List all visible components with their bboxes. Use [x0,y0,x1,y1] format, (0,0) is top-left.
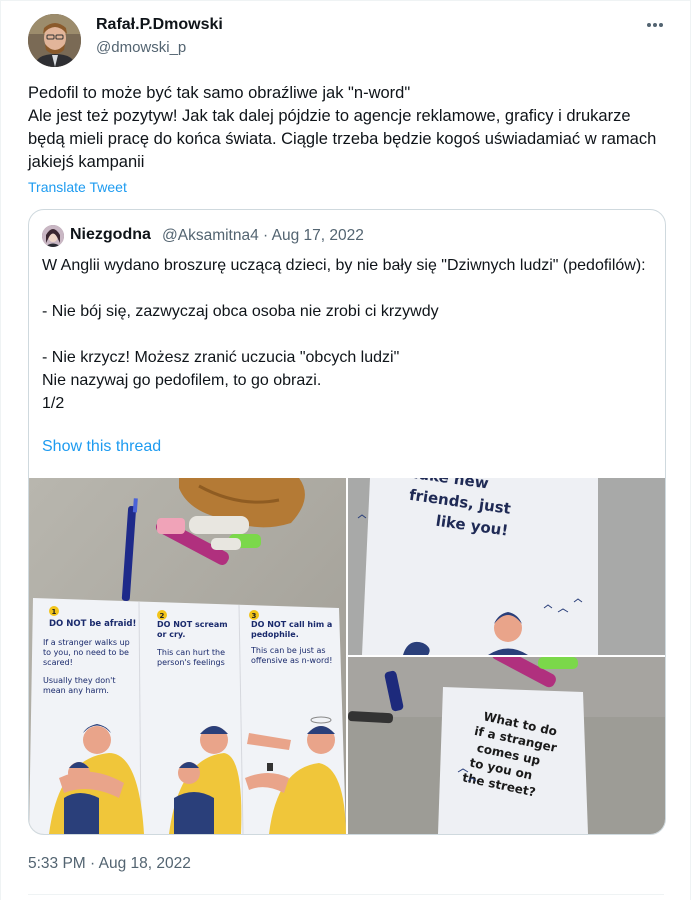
quote-author-name[interactable]: Niezgodna [70,226,151,244]
quote-author-avatar[interactable] [42,225,64,247]
tweet-text: Pedofil to może być tak samo obraźliwe j… [28,84,657,171]
leaflet-p2-body: This can hurt the person's feelings [157,648,226,667]
quote-text: W Anglii wydano broszurę uczącą dzieci, … [42,257,646,412]
translate-tweet-link[interactable]: Translate Tweet [28,179,127,195]
author-avatar[interactable] [28,14,81,67]
tweet-card: Rafał.P.Dmowski @dmowski_p Pedofil to mo… [0,0,691,900]
leaflet-p1-body2: Usually they don't mean any harm. [43,676,116,695]
card-friends-photo[interactable]: ...ake new friends, just like you! [348,478,665,655]
leaflet-photo[interactable]: 1 2 3 DO NOT be afraid! If a stranger wa… [29,478,346,834]
quote-media-grid: 1 2 3 DO NOT be afraid! If a stranger wa… [29,478,665,834]
show-thread-link[interactable]: Show this thread [42,438,161,456]
card-stranger-photo[interactable]: What to do if a stranger comes up to you… [348,657,665,834]
svg-text:DO NOT be afraid!: DO NOT be afraid! [49,619,136,629]
author-name[interactable]: Rafał.P.Dmowski [96,16,223,34]
quote-author-meta[interactable]: @Aksamitna4 · Aug 17, 2022 [162,227,364,245]
divider [28,894,664,895]
leaflet-p3-body: This can be just as offensive as n-word! [251,646,333,665]
svg-text:2: 2 [160,612,165,620]
tweet-timestamp[interactable]: 5:33 PM · Aug 18, 2022 [28,855,191,873]
leaflet-p1-body: If a stranger walks up to you, no need t… [43,638,130,667]
more-horizontal-icon[interactable] [642,11,670,39]
svg-text:3: 3 [252,612,257,620]
author-handle[interactable]: @dmowski_p [96,39,186,56]
leaflet-p2-title: DO NOT scream or cry. [157,620,228,639]
svg-text:1: 1 [52,608,57,616]
leaflet-p1-title: DO NOT be afraid! [49,619,136,629]
leaflet-p3-title: DO NOT call him a pedophile. [251,620,333,639]
quoted-tweet[interactable]: Niezgodna @Aksamitna4 · Aug 17, 2022 W A… [28,209,666,835]
